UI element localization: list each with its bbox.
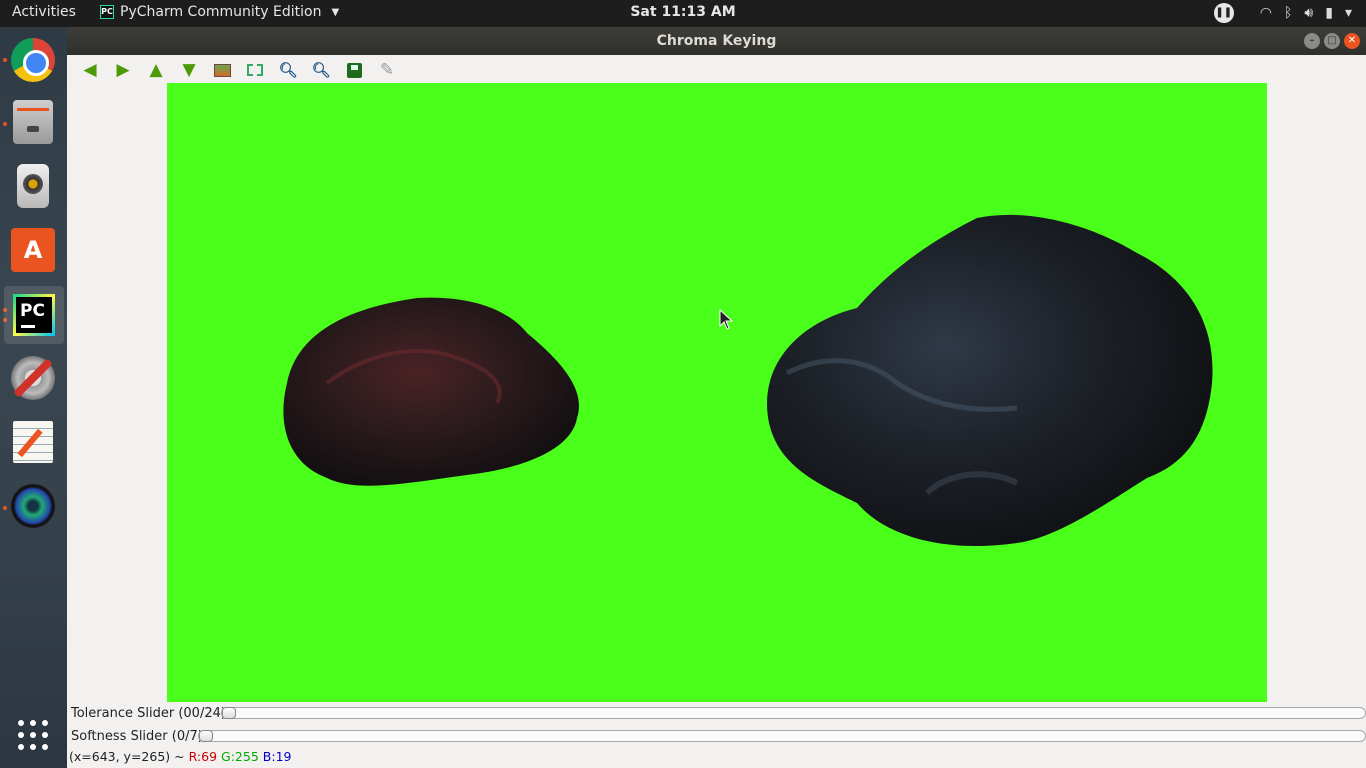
- wifi-icon[interactable]: ◠: [1260, 5, 1272, 21]
- ubuntu-software-icon: A: [11, 228, 55, 272]
- settings-icon: [11, 356, 55, 400]
- zoom-selection-icon[interactable]: [242, 58, 268, 82]
- launcher-ubuntu-software[interactable]: A: [11, 228, 55, 272]
- volume-icon[interactable]: 🔊︎: [1304, 5, 1313, 21]
- forward-icon[interactable]: ▶: [110, 58, 136, 82]
- softness-slider-thumb[interactable]: [199, 730, 213, 742]
- show-applications-button[interactable]: [11, 713, 55, 757]
- running-indicator: [3, 506, 7, 510]
- top-panel: Activities PC PyCharm Community Edition …: [0, 0, 1366, 27]
- minimize-button[interactable]: –: [1304, 33, 1320, 49]
- system-tray: ❚❚ ◠ ᛒ 🔊︎ ▮ ▾: [1213, 3, 1352, 23]
- launcher-rhythmbox[interactable]: [11, 164, 55, 208]
- status-bar: (x=643, y=265) ~ R:69 G:255 B:19: [69, 749, 292, 764]
- apps-grid-icon: [18, 720, 48, 750]
- zoom-out-icon[interactable]: 🔍︎: [308, 58, 334, 82]
- window-controls: – □ ✕: [1304, 33, 1360, 49]
- clock[interactable]: Sat 11:13 AM: [0, 4, 1366, 20]
- status-coords: (x=643, y=265) ~: [69, 749, 185, 764]
- launcher-chrome[interactable]: [11, 38, 55, 82]
- image-icon[interactable]: [209, 58, 235, 82]
- launcher-text-editor[interactable]: [11, 420, 55, 464]
- right-rock: [767, 214, 1213, 547]
- text-editor-icon: [13, 421, 53, 463]
- launcher-system-settings[interactable]: [11, 356, 55, 400]
- rhythmbox-icon: [17, 164, 49, 208]
- status-red: R:69: [188, 749, 218, 764]
- maximize-button[interactable]: □: [1324, 33, 1340, 49]
- toolbar: ◀ ▶ ▲ ▼ 🔍︎ 🔍︎ ✎: [67, 55, 1366, 85]
- tolerance-slider[interactable]: [221, 707, 1366, 719]
- launcher: A PC: [0, 27, 67, 768]
- left-rock: [283, 297, 579, 486]
- image-canvas[interactable]: [167, 83, 1267, 702]
- up-icon[interactable]: ▲: [143, 58, 169, 82]
- files-icon: [13, 100, 53, 144]
- down-icon[interactable]: ▼: [176, 58, 202, 82]
- bluetooth-icon[interactable]: ᛒ: [1284, 5, 1292, 21]
- tolerance-slider-label: Tolerance Slider (00/24): [71, 705, 226, 721]
- brush-icon[interactable]: ✎: [374, 58, 400, 82]
- system-menu-icon[interactable]: ▾: [1345, 5, 1352, 21]
- status-blue: B:19: [262, 749, 292, 764]
- launcher-pycharm[interactable]: PC: [4, 286, 64, 344]
- chroma-keying-window: Chroma Keying – □ ✕ ◀ ▶ ▲ ▼ 🔍︎ 🔍︎ ✎ Tole…: [67, 27, 1366, 768]
- window-titlebar[interactable]: Chroma Keying – □ ✕: [67, 27, 1366, 55]
- tolerance-slider-row: Tolerance Slider (00/24): [71, 703, 226, 723]
- softness-slider-row: Softness Slider (0/7): [71, 726, 203, 746]
- back-icon[interactable]: ◀: [77, 58, 103, 82]
- tolerance-slider-thumb[interactable]: [222, 707, 236, 719]
- status-green: G:255: [221, 749, 259, 764]
- softness-slider[interactable]: [198, 730, 1366, 742]
- launcher-cheese[interactable]: [11, 484, 55, 528]
- image-content: [283, 214, 1213, 547]
- record-indicator-icon[interactable]: ❚❚: [1213, 3, 1234, 23]
- mouse-cursor-icon: [719, 309, 733, 330]
- launcher-files[interactable]: [11, 100, 55, 144]
- softness-slider-label: Softness Slider (0/7): [71, 728, 203, 744]
- close-button[interactable]: ✕: [1344, 33, 1360, 49]
- battery-icon[interactable]: ▮: [1325, 5, 1333, 21]
- window-title: Chroma Keying: [656, 33, 777, 49]
- running-indicator: [3, 122, 7, 126]
- save-icon[interactable]: [341, 58, 367, 82]
- running-indicator: [3, 58, 7, 62]
- pycharm-icon: PC: [13, 294, 55, 336]
- chrome-icon: [11, 38, 55, 82]
- zoom-in-icon[interactable]: 🔍︎: [275, 58, 301, 82]
- camera-icon: [11, 484, 55, 528]
